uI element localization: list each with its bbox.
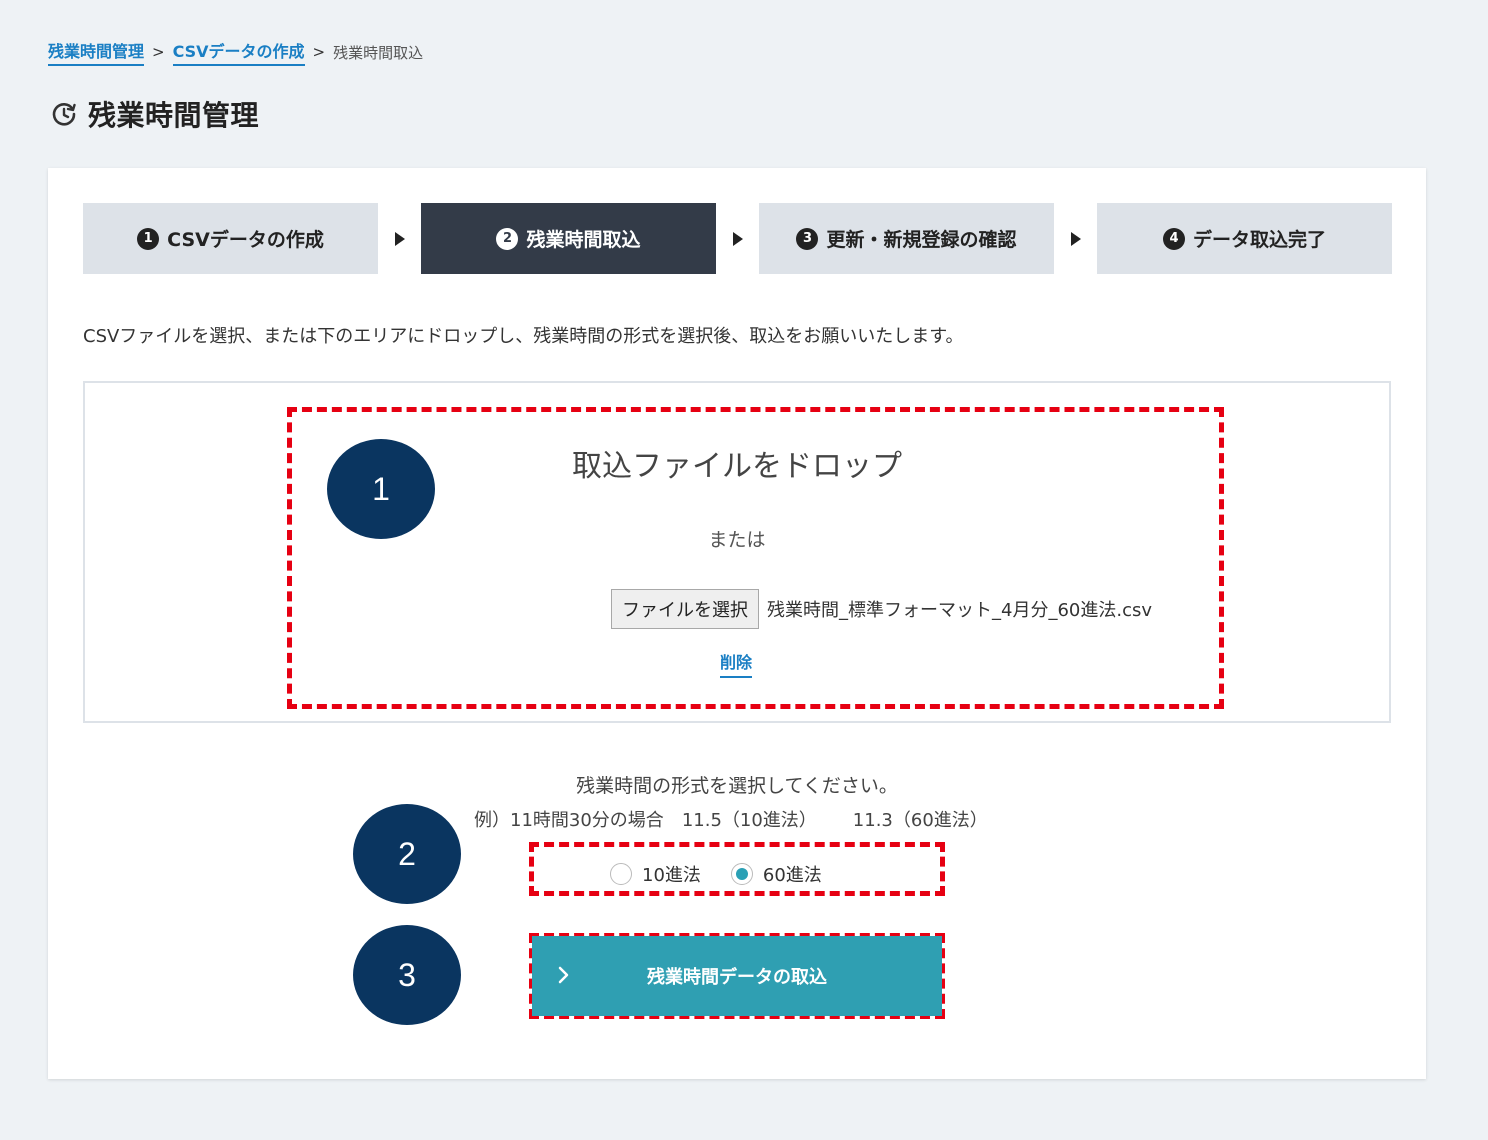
step-badge-1: 1: [327, 439, 435, 539]
breadcrumb: 残業時間管理 > CSVデータの作成 > 残業時間取込: [48, 38, 423, 66]
step-number: 4: [1162, 227, 1185, 250]
radio-label: 10進法: [642, 865, 701, 886]
format-example-sexagesimal: 11.3（60進法）: [852, 810, 988, 831]
drop-title: 取込ファイルをドロップ: [572, 449, 902, 484]
step-arrow-icon: [1054, 231, 1097, 246]
format-label: 残業時間の形式を選択してください。: [576, 775, 898, 797]
breadcrumb-link-overtime[interactable]: 残業時間管理: [48, 38, 145, 66]
step-confirm: 3 更新・新規登録の確認: [759, 203, 1054, 274]
step-arrow-icon: [716, 231, 759, 246]
format-radio-group: 10進法 60進法: [610, 861, 822, 887]
choose-file-button[interactable]: ファイルを選択: [611, 589, 759, 629]
radio-decimal[interactable]: 10進法: [610, 861, 701, 887]
selected-file-name: 残業時間_標準フォーマット_4月分_60進法.csv: [767, 600, 1153, 621]
step-import: 2 残業時間取込: [421, 203, 716, 274]
page-title-text: 残業時間管理: [88, 99, 260, 132]
breadcrumb-separator: >: [312, 43, 326, 61]
instruction-text: CSVファイルを選択、または下のエリアにドロップし、残業時間の形式を選択後、取込…: [83, 326, 964, 347]
radio-label: 60進法: [762, 865, 822, 886]
step-arrow-icon: [378, 231, 421, 246]
step-label: 残業時間取込: [526, 229, 641, 251]
file-input-row: ファイルを選択 残業時間_標準フォーマット_4月分_60進法.csv: [611, 589, 1152, 629]
file-drop-zone[interactable]: 取込ファイルをドロップ または ファイルを選択 残業時間_標準フォーマット_4月…: [83, 381, 1391, 723]
format-example-decimal: 11.5（10進法）: [681, 810, 817, 831]
step-csv-create: 1 CSVデータの作成: [83, 203, 378, 274]
radio-button-icon[interactable]: [610, 863, 632, 885]
radio-sexagesimal[interactable]: 60進法: [730, 861, 822, 887]
step-complete: 4 データ取込完了: [1097, 203, 1392, 274]
step-label: CSVデータの作成: [167, 229, 324, 251]
delete-file-link[interactable]: 削除: [720, 649, 753, 678]
format-example: 例）11時間30分の場合 11.5（10進法） 11.3（60進法）: [474, 806, 988, 832]
step-number: 2: [496, 227, 519, 250]
page: 残業時間管理 > CSVデータの作成 > 残業時間取込 残業時間管理 1 CSV…: [0, 0, 1488, 1140]
import-overtime-button[interactable]: 残業時間データの取込: [532, 936, 942, 1016]
chevron-right-icon: [558, 966, 569, 984]
step-label: データ取込完了: [1192, 229, 1326, 251]
breadcrumb-current: 残業時間取込: [333, 43, 424, 62]
step-indicator: 1 CSVデータの作成 2 残業時間取込 3 更新・新規登録の確認 4 データ取…: [83, 203, 1392, 274]
breadcrumb-link-csv[interactable]: CSVデータの作成: [172, 38, 305, 66]
breadcrumb-separator: >: [152, 43, 165, 61]
step-badge-2: 2: [353, 804, 461, 904]
radio-button-selected-icon[interactable]: [730, 863, 753, 885]
step-badge-3: 3: [353, 925, 461, 1025]
import-button-label: 残業時間データの取込: [647, 967, 827, 987]
step-number: 3: [796, 227, 819, 250]
format-example-prefix: 例）11時間30分の場合: [474, 810, 664, 831]
main-card: 1 CSVデータの作成 2 残業時間取込 3 更新・新規登録の確認 4 データ取…: [48, 168, 1426, 1079]
page-title: 残業時間管理: [50, 94, 259, 134]
step-label: 更新・新規登録の確認: [826, 229, 1017, 251]
step-number: 1: [137, 227, 160, 250]
clock-history-icon: [52, 102, 76, 126]
drop-or-text: または: [708, 529, 766, 551]
